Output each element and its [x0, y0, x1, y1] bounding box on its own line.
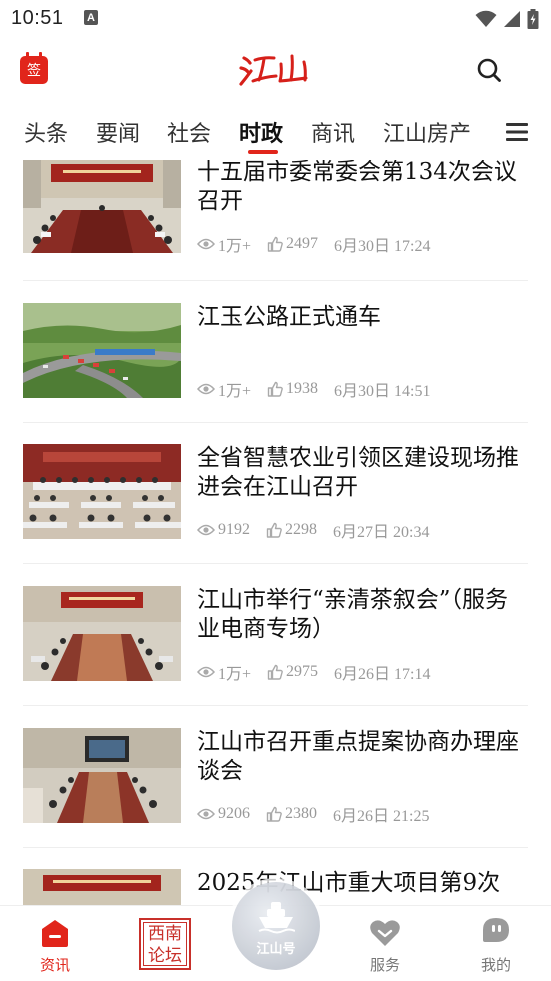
publish-date: 6月26日 17:14 [334, 666, 431, 683]
news-thumbnail [23, 444, 181, 539]
news-title: 江山市举行“亲清茶叙会”（服务业电商专场） [197, 587, 509, 642]
eye-icon [197, 524, 215, 536]
eye-icon [197, 238, 215, 250]
jiangshan-account-button[interactable]: 江山号 [232, 882, 320, 970]
channel-tabs: 头条 要闻 社会 时政 商讯 江山房产 [0, 110, 551, 158]
news-meta: 1万+ 1938 6月30日 14:51 [197, 377, 430, 401]
tab-society[interactable]: 社会 [167, 116, 211, 148]
divider [23, 847, 528, 848]
divider [23, 422, 528, 423]
news-item[interactable]: 江山市举行“亲清茶叙会”（服务业电商专场） 1万+ 2975 6月26日 17:… [23, 586, 528, 728]
divider [23, 280, 528, 281]
news-thumbnail [23, 160, 181, 253]
view-count: 1万+ [197, 660, 251, 684]
view-count: 1万+ [197, 377, 251, 401]
thumbs-up-icon [267, 664, 283, 680]
eye-icon [197, 383, 215, 395]
nav-service[interactable]: 服务 [345, 906, 425, 981]
ship-icon [258, 902, 295, 934]
tab-business[interactable]: 商讯 [311, 116, 355, 148]
signal-icon [504, 11, 520, 27]
nav-mine[interactable]: 我的 [456, 906, 536, 981]
news-meta: 1万+ 2975 6月26日 17:14 [197, 660, 430, 684]
news-item[interactable]: 江山市召开重点提案协商办理座谈会 9206 2380 6月26日 21:25 [23, 728, 528, 870]
nav-service-label: 服务 [369, 956, 400, 974]
view-count: 9192 [197, 521, 250, 539]
status-bar: 10:51 A [0, 0, 551, 38]
publish-date: 6月27日 20:34 [333, 524, 430, 541]
news-title: 全省智慧农业引领区建设现场推进会在江山召开 [197, 445, 519, 500]
heart-icon [370, 920, 400, 946]
active-tab-indicator [248, 150, 278, 154]
publish-date: 6月30日 17:24 [334, 238, 431, 255]
status-time: 10:51 [11, 7, 64, 29]
divider [23, 705, 528, 706]
nav-news-label: 资讯 [39, 956, 70, 974]
forum-label-line2: 论坛 [148, 946, 182, 966]
news-list: 十五届市委常委会第134次会议召开 1万+ 2497 6月30日 17:24 江… [0, 160, 551, 905]
status-indicators [475, 9, 539, 29]
thumbs-up-icon [266, 806, 282, 822]
thumbs-up-icon [267, 381, 283, 397]
nav-news[interactable]: 资讯 [15, 906, 95, 981]
news-thumbnail [23, 869, 181, 905]
jiangshan-logo [239, 54, 308, 86]
news-item[interactable]: 十五届市委常委会第134次会议召开 1万+ 2497 6月30日 17:24 [23, 160, 528, 300]
profile-icon [483, 918, 509, 942]
eye-icon [197, 808, 215, 820]
check-in-button[interactable]: 签 [20, 52, 48, 84]
notification-icon: A [84, 10, 98, 25]
search-icon[interactable] [475, 56, 503, 84]
news-thumbnail [23, 586, 181, 681]
tab-politics[interactable]: 时政 [239, 116, 283, 148]
eye-icon [197, 666, 215, 678]
news-meta: 9192 2298 6月27日 20:34 [197, 518, 429, 542]
nav-mine-label: 我的 [480, 956, 511, 974]
channel-menu-icon[interactable] [506, 122, 528, 142]
publish-date: 6月26日 21:25 [333, 808, 430, 825]
like-count: 2975 [267, 663, 318, 681]
like-count: 2380 [266, 805, 317, 823]
news-meta: 9206 2380 6月26日 21:25 [197, 802, 429, 826]
news-meta: 1万+ 2497 6月30日 17:24 [197, 232, 430, 256]
thumbs-up-icon [266, 522, 282, 538]
news-title: 十五届市委常委会第134次会议召开 [197, 160, 517, 214]
divider [23, 563, 528, 564]
forum-button[interactable]: 西南 论坛 [139, 918, 191, 970]
news-title: 江玉公路正式通车 [197, 304, 381, 330]
news-home-icon [42, 920, 68, 947]
app-header: 签 [0, 42, 551, 102]
like-count: 2298 [266, 521, 317, 539]
tab-top-news[interactable]: 要闻 [96, 116, 140, 148]
thumbs-up-icon [267, 236, 283, 252]
news-thumbnail [23, 303, 181, 398]
view-count: 1万+ [197, 232, 251, 256]
check-in-label: 签 [27, 63, 41, 79]
news-thumbnail [23, 728, 181, 823]
publish-date: 6月30日 14:51 [334, 383, 431, 400]
battery-icon [527, 9, 539, 29]
tab-real-estate[interactable]: 江山房产 [383, 116, 471, 148]
forum-label-line1: 西南 [148, 924, 182, 944]
like-count: 1938 [267, 380, 318, 398]
jiangshan-account-label: 江山号 [256, 942, 296, 957]
wifi-icon [475, 10, 497, 27]
news-item[interactable]: 江玉公路正式通车 1万+ 1938 6月30日 14:51 [23, 303, 528, 445]
view-count: 9206 [197, 805, 250, 823]
like-count: 2497 [267, 235, 318, 253]
tab-headlines[interactable]: 头条 [24, 116, 68, 148]
news-title: 江山市召开重点提案协商办理座谈会 [197, 729, 519, 784]
news-item[interactable]: 全省智慧农业引领区建设现场推进会在江山召开 9192 2298 6月27日 20… [23, 444, 528, 586]
